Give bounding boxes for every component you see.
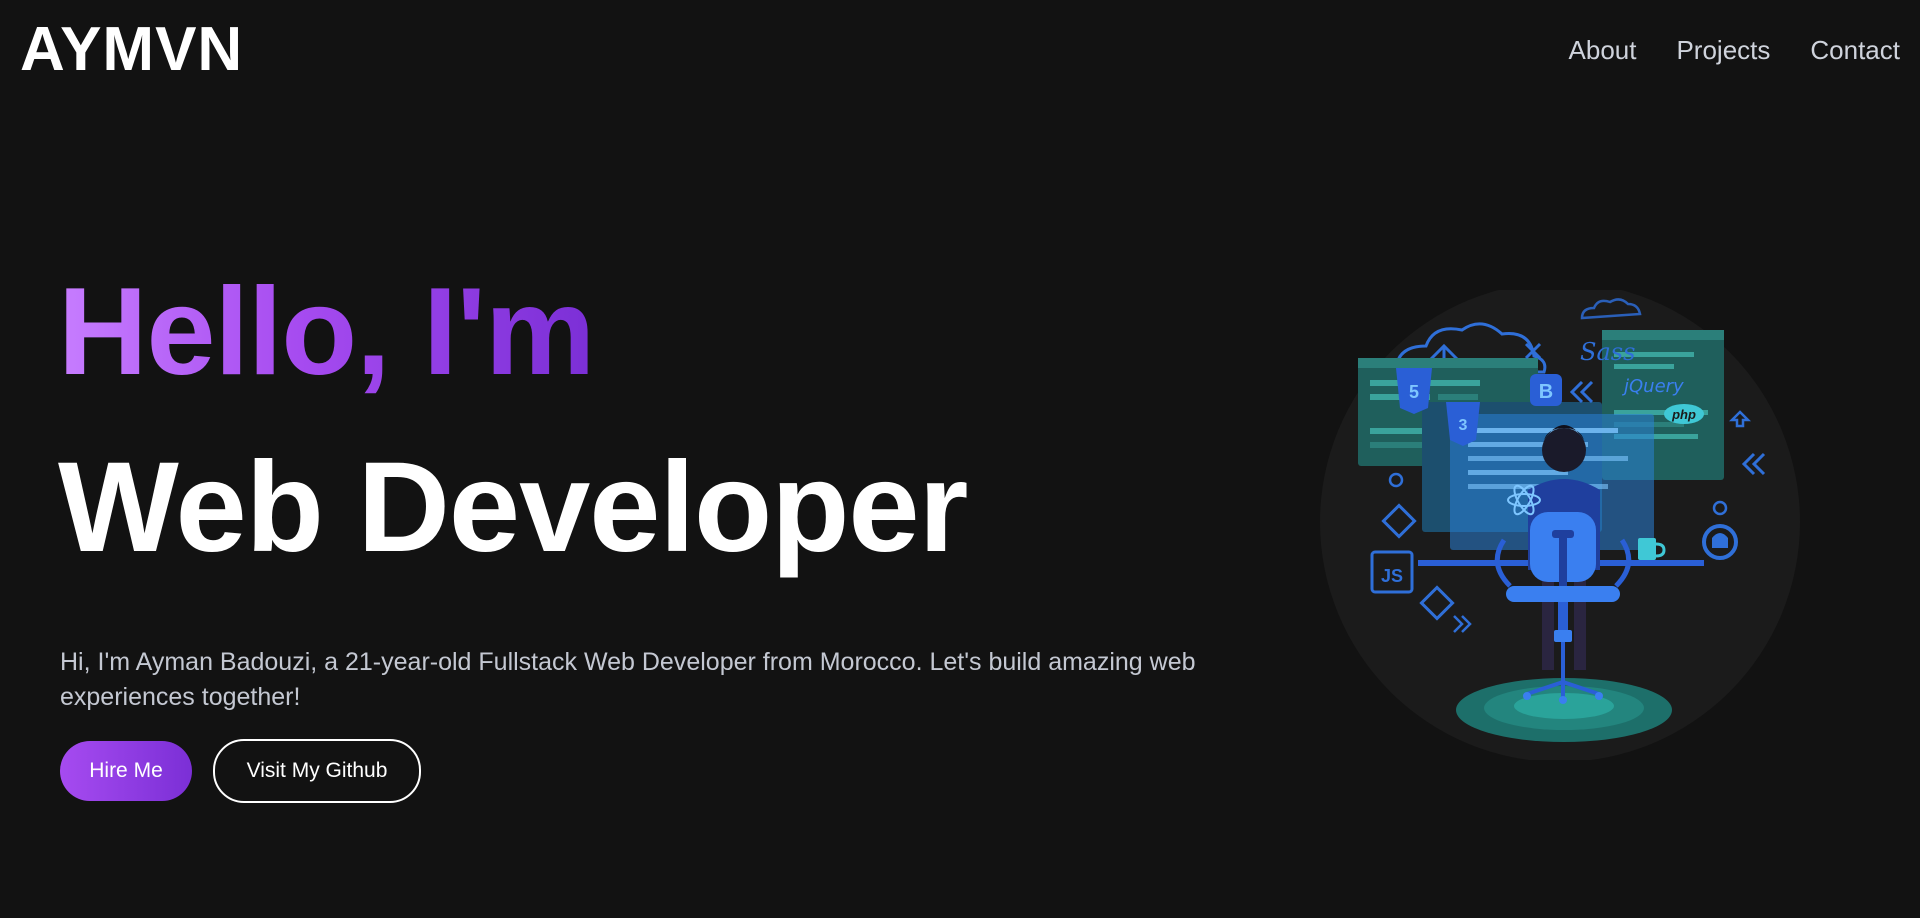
visit-github-button[interactable]: Visit My Github (213, 739, 421, 803)
svg-text:JS: JS (1381, 566, 1403, 586)
hero-actions: Hire Me Visit My Github (60, 739, 421, 803)
main-nav: About Projects Contact (1569, 30, 1900, 70)
bootstrap-icon: B (1530, 374, 1562, 406)
developer-illustration: 5 3 B Sass jQuery php JS (1320, 290, 1800, 760)
site-logo[interactable]: AYMVN (20, 14, 243, 86)
nav-link-about[interactable]: About (1569, 30, 1637, 70)
nav-link-contact[interactable]: Contact (1810, 30, 1900, 70)
hero-greeting: Hello, I'm (58, 263, 595, 401)
svg-text:5: 5 (1409, 382, 1419, 402)
svg-text:Sass: Sass (1580, 338, 1635, 366)
svg-text:jQuery: jQuery (1621, 376, 1684, 397)
svg-text:3: 3 (1459, 417, 1468, 434)
hero-page: AYMVN About Projects Contact Hello, I'm … (0, 0, 1920, 918)
hero-role-title: Web Developer (58, 436, 968, 579)
nav-link-projects[interactable]: Projects (1676, 30, 1770, 70)
hire-me-button[interactable]: Hire Me (60, 741, 192, 801)
svg-text:php: php (1671, 407, 1696, 422)
php-icon: php (1664, 404, 1704, 424)
sass-icon: Sass (1580, 338, 1635, 366)
svg-text:B: B (1539, 381, 1553, 403)
html5-icon: 5 (1396, 368, 1432, 414)
hero-description: Hi, I'm Ayman Badouzi, a 21-year-old Ful… (60, 648, 1196, 711)
jquery-icon: jQuery (1621, 376, 1684, 397)
css3-icon: 3 (1446, 402, 1480, 446)
